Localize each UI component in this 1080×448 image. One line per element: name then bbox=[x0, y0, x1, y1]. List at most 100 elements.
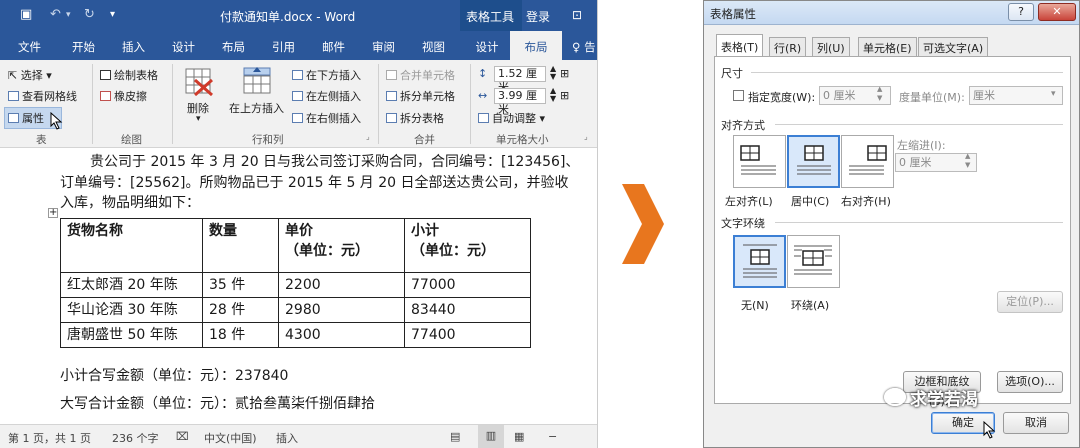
align-left-option[interactable] bbox=[733, 135, 786, 188]
redo-icon[interactable]: ↻ bbox=[84, 7, 95, 22]
ribbon-tabs: 文件 开始 插入 设计 布局 引用 邮件 审阅 视图 设计 布局 ♀ 告 bbox=[0, 31, 597, 91]
insert-right-button[interactable]: 在右侧插入 bbox=[292, 110, 361, 126]
options-button[interactable]: 选项(O)... bbox=[997, 371, 1063, 393]
indent-spin-arrows[interactable]: ▲ ▼ bbox=[965, 152, 970, 170]
table-cell[interactable]: 35 件 bbox=[202, 272, 279, 298]
tab-design[interactable]: 设计 bbox=[172, 39, 195, 55]
table-header-cell[interactable]: 单价 （单位：元） bbox=[278, 218, 405, 273]
watermark-text: 求学若渴 bbox=[910, 390, 978, 410]
tab-alt-text[interactable]: 可选文字(A) bbox=[918, 37, 989, 56]
column-width-input[interactable]: 3.99 厘米 bbox=[494, 88, 546, 116]
eraser-button[interactable]: 橡皮擦 bbox=[100, 88, 147, 104]
view-gridlines-button[interactable]: 查看网格线 bbox=[8, 88, 77, 104]
wrap-none-option[interactable] bbox=[733, 235, 786, 288]
help-button[interactable]: ? bbox=[1008, 3, 1034, 21]
language-indicator[interactable]: 中文(中国) bbox=[204, 430, 257, 446]
width-spin-arrows[interactable]: ▲ ▼ bbox=[877, 85, 882, 103]
document-area[interactable]: 贵公司于 2015 年 3 月 20 日与我公司签订采购合同，合同编号：[123… bbox=[0, 148, 597, 424]
tab-cell[interactable]: 单元格(E) bbox=[858, 37, 917, 56]
login-link[interactable]: 登录 bbox=[526, 8, 550, 25]
read-mode-icon[interactable]: ▤ bbox=[450, 430, 460, 443]
separator bbox=[92, 64, 93, 144]
select-button[interactable]: ⇱ 选择 ▾ bbox=[8, 67, 52, 83]
mouse-pointer-icon bbox=[50, 112, 63, 130]
tab-table-design[interactable]: 设计 bbox=[466, 31, 508, 60]
tab-file[interactable]: 文件 bbox=[18, 39, 41, 55]
tab-row[interactable]: 行(R) bbox=[769, 37, 807, 56]
tab-review[interactable]: 审阅 bbox=[372, 39, 395, 55]
merge-cells-button[interactable]: 合并单元格 bbox=[386, 67, 455, 83]
tab-home[interactable]: 开始 bbox=[72, 39, 95, 55]
table-header-cell[interactable]: 小计 （单位：元） bbox=[404, 218, 531, 273]
proofing-icon[interactable]: ⌧ bbox=[176, 430, 189, 443]
title-bar: ▣ ↶ ▾ ↻ ▾ 付款通知单.docx - Word 表格工具 登录 ⊡ bbox=[0, 0, 597, 31]
zoom-out-icon[interactable]: − bbox=[548, 430, 557, 443]
table-cell[interactable]: 唐朝盛世 50 年陈 bbox=[60, 322, 203, 348]
tab-column[interactable]: 列(U) bbox=[812, 37, 850, 56]
print-layout-icon[interactable]: ▥ bbox=[478, 425, 504, 448]
positioning-button[interactable]: 定位(P)... bbox=[997, 291, 1063, 313]
split-table-button[interactable]: 拆分表格 bbox=[386, 110, 444, 126]
table-header-cell[interactable]: 货物名称 bbox=[60, 218, 203, 273]
table-cell[interactable]: 77000 bbox=[404, 272, 531, 298]
row-height-input[interactable]: 1.52 厘米 bbox=[494, 66, 546, 94]
align-right-option[interactable] bbox=[841, 135, 894, 188]
align-left-label: 左对齐(L) bbox=[725, 195, 773, 208]
dialog-title: 表格属性 bbox=[710, 7, 756, 21]
align-center-option[interactable] bbox=[787, 135, 840, 188]
tab-references[interactable]: 引用 bbox=[272, 39, 295, 55]
ribbon-display-icon[interactable]: ⊡ bbox=[572, 8, 582, 22]
table-cell[interactable]: 2980 bbox=[278, 297, 405, 323]
table-cell[interactable]: 4300 bbox=[278, 322, 405, 348]
dialog-launcher-icon[interactable]: ⌟ bbox=[584, 132, 588, 141]
align-left-icon bbox=[740, 145, 776, 175]
tab-mailings[interactable]: 邮件 bbox=[322, 39, 345, 55]
wrap-around-option[interactable] bbox=[787, 235, 840, 288]
table-cell[interactable]: 83440 bbox=[404, 297, 531, 323]
insert-mode[interactable]: 插入 bbox=[276, 430, 298, 446]
table-header-cell[interactable]: 数量 bbox=[202, 218, 279, 273]
table-cell[interactable]: 2200 bbox=[278, 272, 405, 298]
undo-dropdown-icon[interactable]: ▾ bbox=[66, 10, 71, 20]
goods-table[interactable]: 货物名称 数量 单价 （单位：元） 小计 （单位：元） 红太郎酒 20 年陈 35 … bbox=[60, 218, 531, 348]
delete-dropdown-icon[interactable]: ▾ bbox=[196, 114, 201, 124]
cancel-button[interactable]: 取消 bbox=[1003, 412, 1069, 434]
table-move-handle[interactable]: + bbox=[48, 208, 58, 218]
save-icon[interactable]: ▣ bbox=[20, 7, 32, 22]
table-cell[interactable]: 77400 bbox=[404, 322, 531, 348]
table-cell[interactable]: 红太郎酒 20 年陈 bbox=[60, 272, 203, 298]
insert-above-button[interactable]: 在上方插入 bbox=[229, 100, 284, 116]
table-cell[interactable]: 28 件 bbox=[202, 297, 279, 323]
tab-insert[interactable]: 插入 bbox=[122, 39, 145, 55]
width-spin-arrows[interactable]: ▲ ▼ bbox=[550, 87, 556, 103]
word-count[interactable]: 236 个字 bbox=[112, 430, 159, 446]
tab-table-layout[interactable]: 布局 bbox=[510, 31, 562, 60]
table-cell[interactable]: 18 件 bbox=[202, 322, 279, 348]
web-layout-icon[interactable]: ▦ bbox=[514, 430, 524, 443]
insert-left-button[interactable]: 在左侧插入 bbox=[292, 88, 361, 104]
properties-icon bbox=[8, 113, 19, 123]
undo-icon[interactable]: ↶ bbox=[50, 7, 61, 22]
tab-table[interactable]: 表格(T) bbox=[716, 34, 764, 57]
chevron-down-icon[interactable]: ▾ bbox=[1051, 89, 1056, 99]
measure-in-select[interactable]: 厘米 bbox=[969, 86, 1063, 105]
distribute-rows-icon[interactable]: ⊞ bbox=[560, 67, 569, 80]
close-icon[interactable]: ✕ bbox=[1038, 3, 1076, 21]
preferred-width-checkbox[interactable] bbox=[733, 90, 744, 101]
tell-me-box[interactable]: ♀ 告 bbox=[572, 39, 596, 55]
page-count[interactable]: 第 1 页，共 1 页 bbox=[8, 430, 91, 446]
height-spin-arrows[interactable]: ▲ ▼ bbox=[550, 65, 556, 81]
separator bbox=[378, 64, 379, 144]
autofit-button[interactable]: 自动调整 ▾ bbox=[478, 110, 545, 126]
insert-below-button[interactable]: 在下方插入 bbox=[292, 67, 361, 83]
customize-qat-icon[interactable]: ▾ bbox=[110, 9, 115, 20]
distribute-columns-icon[interactable]: ⊞ bbox=[560, 89, 569, 102]
draw-table-button[interactable]: 绘制表格 bbox=[100, 67, 158, 83]
properties-button[interactable]: 属性 bbox=[8, 110, 44, 126]
dialog-launcher-icon[interactable]: ⌟ bbox=[366, 132, 370, 141]
table-cell[interactable]: 华山论酒 30 年陈 bbox=[60, 297, 203, 323]
tab-view[interactable]: 视图 bbox=[422, 39, 445, 55]
tab-layout[interactable]: 布局 bbox=[222, 39, 245, 55]
transition-arrow-icon bbox=[622, 184, 664, 264]
split-cells-button[interactable]: 拆分单元格 bbox=[386, 88, 455, 104]
